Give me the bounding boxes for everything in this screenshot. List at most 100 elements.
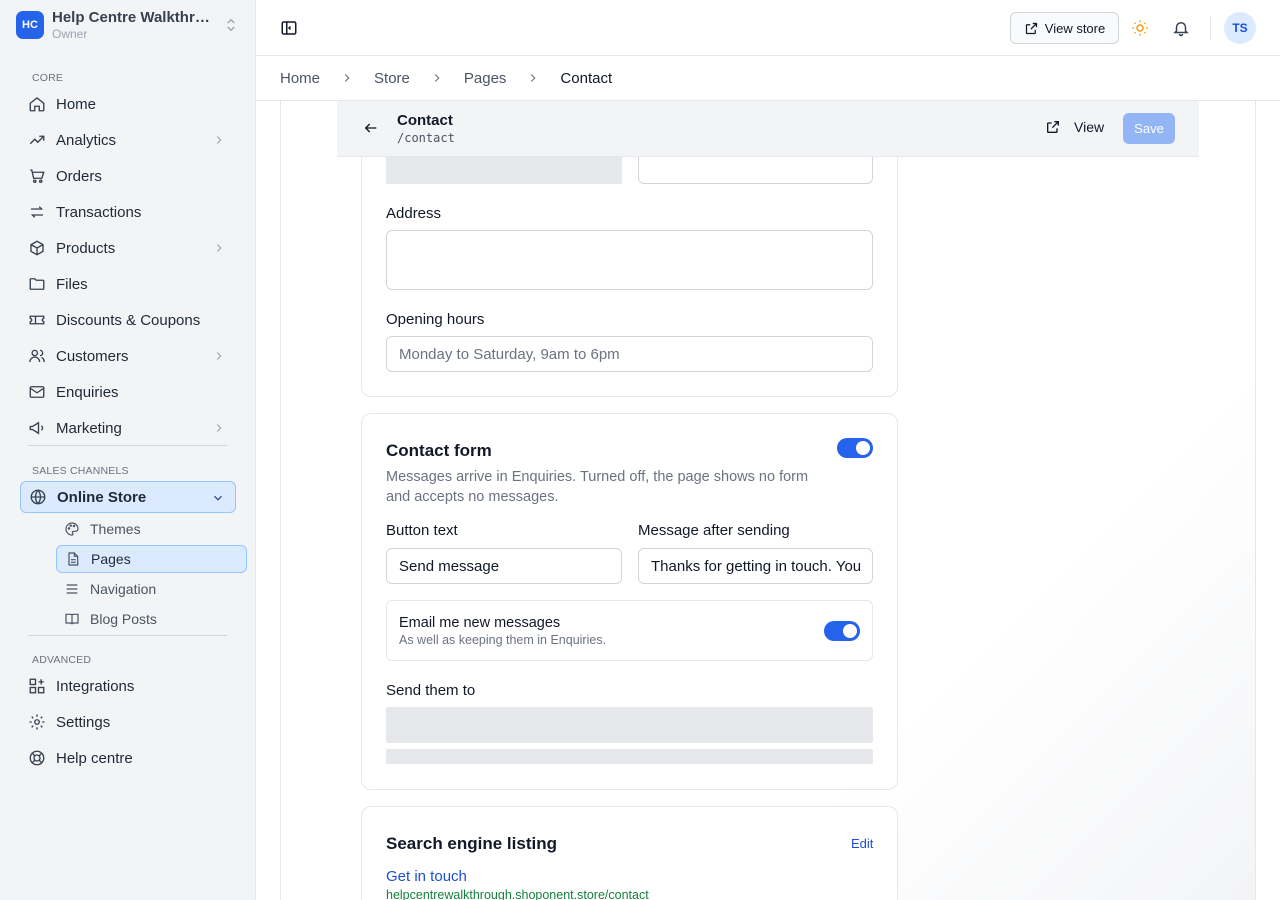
address-textarea[interactable] xyxy=(386,230,873,290)
sidebar-subitem-navigation[interactable]: Navigation xyxy=(56,575,247,603)
save-button[interactable]: Save xyxy=(1123,113,1175,144)
sidebar-item-home[interactable]: Home xyxy=(20,88,236,120)
message-after-label: Message after sending xyxy=(638,522,790,539)
chevron-right-icon xyxy=(216,244,222,252)
opening-hours-input[interactable]: Monday to Saturday, 9am to 6pm xyxy=(386,336,873,372)
trending-icon xyxy=(29,135,45,145)
sidebar-item-label: Marketing xyxy=(56,419,122,437)
chevron-right-icon xyxy=(344,74,350,82)
contact-form-description: Messages arrive in Enquiries. Turned off… xyxy=(386,469,809,505)
send-to-skeleton-2 xyxy=(386,749,873,764)
sidebar-toggle-icon[interactable] xyxy=(280,19,298,37)
sidebar-item-label: Transactions xyxy=(56,203,142,221)
external-link-icon xyxy=(1047,121,1059,133)
chevron-right-icon xyxy=(531,74,536,82)
sidebar-subitem-blog[interactable]: Blog Posts xyxy=(56,605,247,633)
email-notify-title: Email me new messages xyxy=(399,615,561,631)
sidebar-subitem-pages[interactable]: Pages xyxy=(56,545,247,573)
avatar[interactable]: TS xyxy=(1224,12,1256,44)
view-page-button[interactable]: View xyxy=(1045,119,1104,135)
palette-icon xyxy=(65,522,79,536)
sidebar-item-label: Online Store xyxy=(57,488,147,506)
menu-icon xyxy=(66,584,78,594)
sidebar-item-label: Customers xyxy=(56,347,129,365)
contact-form-toggle[interactable] xyxy=(837,438,873,458)
sidebar-item-label: Help centre xyxy=(56,749,133,767)
send-to-skeleton xyxy=(386,707,873,743)
users-icon xyxy=(29,349,45,363)
sidebar-divider xyxy=(28,635,227,636)
seo-card: Search engine listing Edit Get in touch … xyxy=(361,806,898,900)
globe-icon xyxy=(30,489,46,505)
sidebar-item-files[interactable]: Files xyxy=(20,268,236,300)
sidebar-item-label: Files xyxy=(56,275,88,293)
sidebar-item-products[interactable]: Products xyxy=(20,232,236,264)
sun-icon[interactable] xyxy=(1131,19,1149,37)
topbar: View store TS xyxy=(256,0,1280,56)
breadcrumb-home[interactable]: Home xyxy=(280,70,320,87)
bell-icon[interactable] xyxy=(1172,19,1190,37)
sidebar-item-label: Home xyxy=(56,95,97,113)
sidebar-item-help[interactable]: Help centre xyxy=(20,742,236,774)
chevron-right-icon xyxy=(216,352,222,360)
breadcrumb: Home Store Pages Contact xyxy=(256,56,1280,101)
email-notify-toggle[interactable] xyxy=(824,621,860,641)
sidebar-item-marketing[interactable]: Marketing xyxy=(20,412,236,444)
sidebar-item-discounts[interactable]: Discounts & Coupons xyxy=(20,304,236,336)
sidebar-item-label: Integrations xyxy=(56,677,135,695)
arrows-icon xyxy=(30,206,44,218)
section-label-advanced: ADVANCED xyxy=(32,654,92,666)
workspace-switcher[interactable]: HC Help Centre Walkthrough Owner xyxy=(16,9,239,41)
sidebar-item-online-store[interactable]: Online Store xyxy=(20,481,236,513)
cart-icon xyxy=(30,169,45,184)
section-label-core: CORE xyxy=(32,72,64,84)
send-to-label: Send them to xyxy=(386,682,476,699)
gear-icon xyxy=(29,714,45,730)
sidebar-item-label: Orders xyxy=(56,167,102,185)
chevron-up-down-icon xyxy=(227,18,235,32)
grid-plus-icon xyxy=(29,678,45,694)
sidebar-subitem-themes[interactable]: Themes xyxy=(56,515,247,543)
seo-edit-link[interactable]: Edit xyxy=(851,836,873,851)
message-after-input[interactable]: Thanks for getting in touch. You xyxy=(638,548,873,584)
page-title: Contact xyxy=(397,112,453,129)
sidebar-item-analytics[interactable]: Analytics xyxy=(20,124,236,156)
page-icon xyxy=(68,552,79,566)
sidebar-subitem-label: Themes xyxy=(90,521,141,537)
button-text-input[interactable]: Send message xyxy=(386,548,622,584)
breadcrumb-store[interactable]: Store xyxy=(374,70,410,87)
email-notify-row: Email me new messages As well as keeping… xyxy=(386,600,873,661)
seo-preview-title: Get in touch xyxy=(386,868,467,885)
section-label-sales: SALES CHANNELS xyxy=(32,465,129,477)
view-store-button[interactable]: View store xyxy=(1010,12,1119,44)
contact-form-card: Contact form Messages arrive in Enquirie… xyxy=(361,413,898,790)
button-text-label: Button text xyxy=(386,522,458,539)
sidebar-item-enquiries[interactable]: Enquiries xyxy=(20,376,236,408)
folder-icon xyxy=(29,278,45,290)
sidebar: HC Help Centre Walkthrough Owner CORE Ho… xyxy=(0,0,256,900)
sidebar-item-orders[interactable]: Orders xyxy=(20,160,236,192)
sidebar-subitem-label: Blog Posts xyxy=(90,611,157,627)
contact-form-title: Contact form xyxy=(386,441,492,460)
arrow-left-icon[interactable] xyxy=(363,120,379,136)
megaphone-icon xyxy=(29,421,44,435)
seo-title: Search engine listing xyxy=(386,834,557,853)
sidebar-item-integrations[interactable]: Integrations xyxy=(20,670,236,702)
home-icon xyxy=(29,97,45,112)
breadcrumb-pages[interactable]: Pages xyxy=(464,70,507,87)
sidebar-item-settings[interactable]: Settings xyxy=(20,706,236,738)
details-card: Address Opening hours Monday to Saturday… xyxy=(361,120,898,397)
seo-preview-url: helpcentrewalkthrough.shoponent.store/co… xyxy=(386,888,649,900)
topbar-divider xyxy=(1210,16,1211,40)
chevron-down-icon xyxy=(214,495,222,501)
workspace-name: Help Centre Walkthrough xyxy=(52,9,212,26)
workspace-role: Owner xyxy=(52,27,88,41)
address-label: Address xyxy=(386,205,442,222)
book-icon xyxy=(65,613,79,625)
sidebar-subitem-label: Navigation xyxy=(90,581,157,597)
sidebar-item-label: Discounts & Coupons xyxy=(56,311,201,329)
chevron-right-icon xyxy=(434,74,440,82)
email-notify-subtitle: As well as keeping them in Enquiries. xyxy=(399,633,607,647)
sidebar-item-customers[interactable]: Customers xyxy=(20,340,236,372)
sidebar-item-transactions[interactable]: Transactions xyxy=(20,196,236,228)
